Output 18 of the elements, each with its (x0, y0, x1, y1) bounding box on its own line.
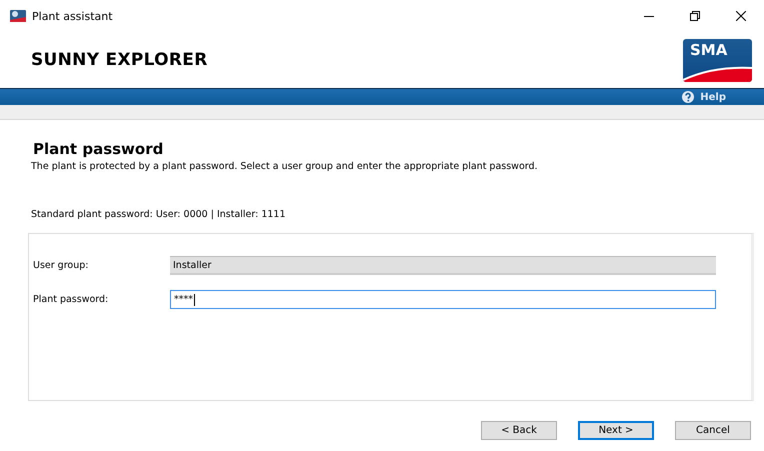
restore-icon (690, 11, 700, 21)
field-label: User group: (32, 260, 90, 271)
default-password-hint: Standard plant password: User: 0000 | Installer: 1111 (31, 209, 287, 220)
wizard-button[interactable]: Next > (578, 421, 654, 440)
page-title: Plant password (32, 140, 164, 158)
wizard-button[interactable]: Cancel (675, 421, 751, 440)
app-icon (10, 9, 26, 23)
close-icon (736, 11, 746, 21)
field-label: Plant password: (32, 294, 110, 305)
page-description: The plant is protected by a plant password. Select a user group and enter the appropriate plant password. (31, 161, 539, 172)
product-name: SUNNY EXPLORER (31, 50, 209, 70)
user-group-dropdown[interactable]: Installer (170, 256, 716, 275)
help-link[interactable]: Help (682, 91, 726, 103)
password-field[interactable]: **** (170, 290, 716, 309)
company-logo: SMA (683, 38, 752, 82)
window-title: Plant assistant (32, 10, 113, 22)
help-icon (682, 91, 694, 103)
wizard-button[interactable]: < Back (481, 421, 557, 440)
